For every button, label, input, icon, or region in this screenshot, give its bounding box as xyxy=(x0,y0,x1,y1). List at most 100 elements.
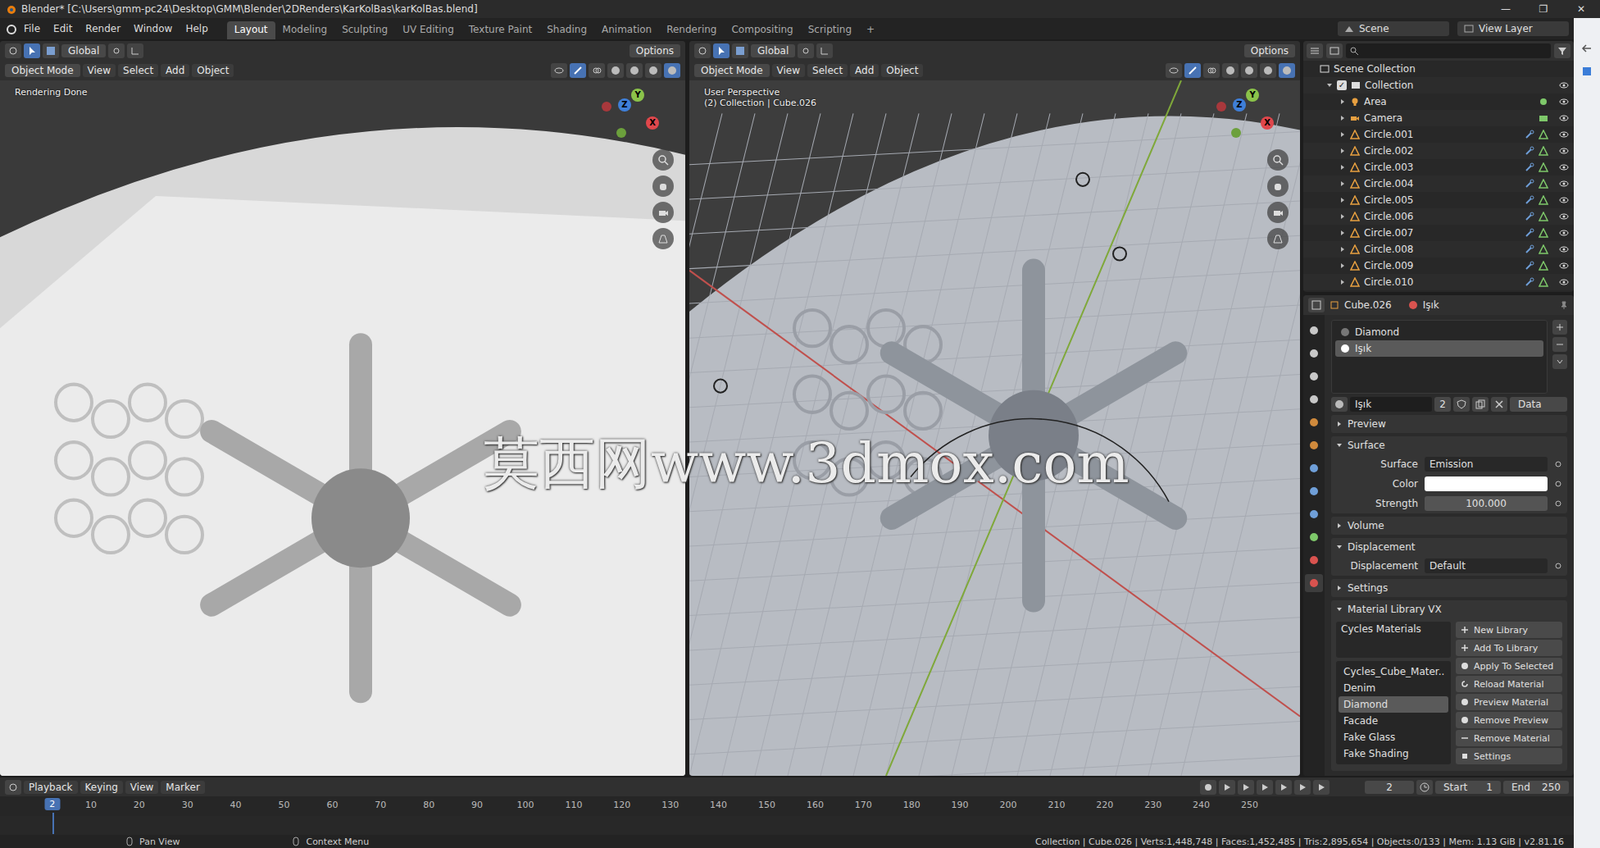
library-button[interactable]: New Library xyxy=(1455,621,1563,638)
outliner-row[interactable]: Area xyxy=(1303,93,1574,110)
visibility-eye-icon[interactable] xyxy=(1559,113,1569,123)
window-control-button[interactable]: ❐ xyxy=(1524,3,1563,15)
select-tool-icon[interactable] xyxy=(713,43,730,59)
library-button[interactable]: Settings xyxy=(1455,747,1563,764)
disclosure-triangle-icon[interactable] xyxy=(1339,114,1346,122)
gizmo-negative-axis-icon[interactable] xyxy=(1231,127,1241,138)
unlink-material-icon[interactable] xyxy=(1490,396,1508,412)
property-value[interactable]: Default xyxy=(1424,558,1548,573)
end-frame-field[interactable]: End250 xyxy=(1503,780,1569,794)
snap-icon[interactable] xyxy=(816,43,833,59)
modifier-wrench-icon[interactable] xyxy=(1524,129,1535,140)
zoom-icon[interactable] xyxy=(1267,149,1289,171)
outliner-row[interactable]: Circle.009 xyxy=(1303,257,1574,274)
library-dropdown[interactable]: Cycles Materials xyxy=(1336,621,1451,658)
visibility-eye-icon[interactable] xyxy=(1559,244,1569,255)
properties-tab-icon[interactable] xyxy=(1304,504,1323,523)
camera-view-icon[interactable] xyxy=(1267,201,1289,223)
disclosure-triangle-icon[interactable] xyxy=(1339,98,1346,105)
properties-tab-icon[interactable] xyxy=(1304,367,1323,386)
viewport-menu[interactable]: Select xyxy=(807,63,848,78)
properties-tab-icon[interactable] xyxy=(1304,550,1323,569)
properties-tab-icon[interactable] xyxy=(1304,321,1323,340)
remove-slot-icon[interactable] xyxy=(1552,336,1568,352)
duplicate-material-icon[interactable] xyxy=(1472,396,1489,412)
window-control-button[interactable]: — xyxy=(1486,3,1525,15)
properties-tab-icon[interactable] xyxy=(1304,481,1323,500)
workspace-tab[interactable]: Scripting xyxy=(800,21,860,40)
clock-icon[interactable] xyxy=(1416,779,1433,795)
modifier-wrench-icon[interactable] xyxy=(1524,277,1535,287)
timeline-menu[interactable]: Keying xyxy=(80,780,123,794)
modifier-wrench-icon[interactable] xyxy=(1524,244,1535,255)
shading-mode-icon[interactable] xyxy=(626,63,643,78)
visibility-eye-icon[interactable] xyxy=(1559,195,1569,205)
library-button[interactable]: Remove Material xyxy=(1455,729,1563,746)
disclosure-triangle-icon[interactable] xyxy=(1326,81,1333,89)
outliner-row[interactable]: Circle.006 xyxy=(1303,208,1574,225)
visibility-eye-icon[interactable] xyxy=(1559,227,1569,238)
color-swatch[interactable] xyxy=(1424,476,1548,491)
visibility-eye-icon[interactable] xyxy=(1559,129,1569,140)
visibility-eye-icon[interactable] xyxy=(1559,162,1569,173)
gizmo-axis[interactable]: X xyxy=(1260,116,1274,130)
disclosure-triangle-icon[interactable] xyxy=(1339,196,1346,204)
properties-tab-icon[interactable] xyxy=(1304,527,1323,546)
gizmo-negative-axis-icon[interactable] xyxy=(601,101,612,112)
mode-dropdown[interactable]: Object Mode xyxy=(694,63,770,78)
camera-view-icon[interactable] xyxy=(652,201,674,223)
mesh-data-icon[interactable] xyxy=(1538,145,1549,156)
outliner-row[interactable]: Circle.010 xyxy=(1303,273,1574,291)
pivot-icon[interactable] xyxy=(108,43,125,59)
viewport-3d[interactable]: GlobalOptionsObject ModeViewSelectAddObj… xyxy=(689,40,1300,776)
library-material[interactable]: Fake Glass xyxy=(1338,728,1449,746)
visibility-eye-icon[interactable] xyxy=(1559,211,1569,222)
socket-icon[interactable] xyxy=(1554,479,1563,488)
playback-control-icon[interactable] xyxy=(1237,779,1255,795)
viewport-3d[interactable]: GlobalOptionsObject ModeViewSelectAddObj… xyxy=(0,40,686,776)
workspace-tab[interactable]: Shading xyxy=(539,21,595,40)
disclosure-triangle-icon[interactable] xyxy=(1339,163,1346,171)
property-value[interactable]: 100.000 xyxy=(1424,495,1548,511)
link-dropdown[interactable]: Data xyxy=(1509,396,1568,412)
shading-mode-icon[interactable] xyxy=(663,63,681,78)
disclosure-triangle-icon[interactable] xyxy=(1339,245,1346,253)
modifier-wrench-icon[interactable] xyxy=(1524,162,1535,173)
panel-header[interactable]: Volume xyxy=(1331,516,1568,535)
slot-menu-icon[interactable] xyxy=(1552,354,1568,369)
property-value[interactable]: Emission xyxy=(1424,456,1548,472)
gizmo-axis[interactable]: Z xyxy=(618,98,632,112)
snap-icon[interactable] xyxy=(127,43,144,59)
menu-item[interactable]: Edit xyxy=(47,21,78,37)
visibility-icon[interactable] xyxy=(1165,63,1182,78)
disclosure-triangle-icon[interactable] xyxy=(1339,180,1346,187)
visibility-eye-icon[interactable] xyxy=(1559,260,1569,271)
checkbox-icon[interactable]: ✓ xyxy=(1336,80,1347,91)
workspace-tab[interactable]: Layout xyxy=(227,21,276,40)
outliner-search-field[interactable] xyxy=(1345,43,1551,59)
timeline-type-icon[interactable] xyxy=(4,779,22,795)
viewport-menu[interactable]: View xyxy=(82,63,116,78)
add-workspace-button[interactable]: + xyxy=(859,21,882,40)
app-icon[interactable] xyxy=(1581,65,1593,78)
workspace-tab[interactable]: Modeling xyxy=(275,21,336,40)
overlay-toggle-icon[interactable] xyxy=(1203,63,1220,78)
library-material[interactable]: Diamond xyxy=(1338,695,1449,713)
outliner-row[interactable]: Circle.008 xyxy=(1303,240,1574,258)
workspace-tab[interactable]: Texture Paint xyxy=(461,21,540,40)
socket-icon[interactable] xyxy=(1554,561,1563,570)
playback-control-icon[interactable] xyxy=(1218,779,1236,795)
disclosure-triangle-icon[interactable] xyxy=(1339,131,1346,138)
modifier-wrench-icon[interactable] xyxy=(1524,260,1535,271)
panel-header[interactable]: Displacement xyxy=(1331,537,1568,556)
panel-header[interactable]: Surface xyxy=(1331,436,1568,455)
socket-icon[interactable] xyxy=(1554,499,1563,508)
pin-icon[interactable] xyxy=(1559,300,1569,310)
menu-item[interactable]: Render xyxy=(79,21,127,37)
visibility-eye-icon[interactable] xyxy=(1559,277,1569,287)
library-material[interactable]: Fake Shading xyxy=(1338,745,1449,762)
outliner-row[interactable]: ✓Collection xyxy=(1303,77,1574,94)
panel-header[interactable]: Settings xyxy=(1331,578,1568,597)
playback-control-icon[interactable] xyxy=(1275,779,1292,795)
mesh-data-icon[interactable] xyxy=(1538,211,1549,222)
